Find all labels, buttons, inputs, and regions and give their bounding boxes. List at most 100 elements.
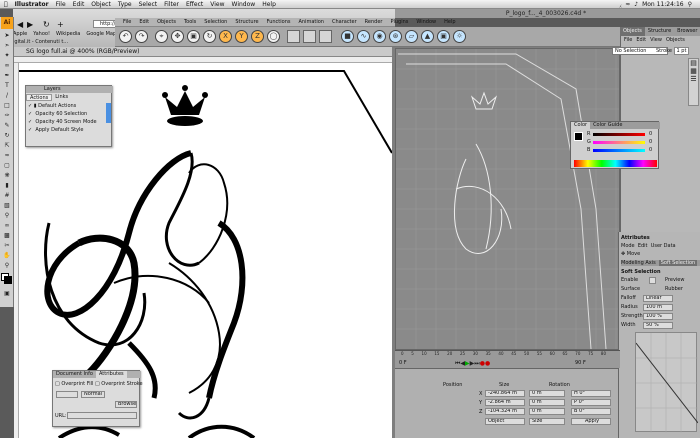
image-map-dropdown[interactable] — [56, 391, 78, 398]
objects-menu-file[interactable]: File — [624, 37, 632, 45]
current-frame[interactable]: 0 F — [399, 360, 407, 366]
tab-browser[interactable]: Browser — [674, 27, 700, 36]
rotate-tool-icon[interactable]: ↻ — [2, 131, 12, 140]
scale-icon[interactable]: ▣ — [187, 30, 200, 43]
scale-tool-icon[interactable]: ⇱ — [2, 141, 12, 150]
redo-icon[interactable]: ↷ — [135, 30, 148, 43]
strength-field[interactable]: 100 % — [643, 313, 673, 320]
render-picture-viewer-icon[interactable] — [303, 30, 316, 43]
array-icon[interactable]: ⊛ — [389, 30, 402, 43]
position-y-field[interactable]: -2.864 m — [485, 399, 525, 406]
c4d-menu-window[interactable]: Window — [416, 19, 436, 25]
attr-menu-mode[interactable]: Mode — [621, 243, 635, 249]
camera-icon[interactable]: ▣ — [437, 30, 450, 43]
pencil-icon[interactable]: ✎ — [2, 121, 12, 130]
c4d-menu-help[interactable]: Help — [444, 19, 455, 25]
position-x-field[interactable]: -240.864 m — [485, 390, 525, 397]
c4d-menu-render[interactable]: Render — [365, 19, 383, 25]
timeline[interactable]: 0 5 10 15 20 25 30 35 40 45 50 55 60 65 … — [395, 350, 620, 368]
tab-objects[interactable]: Objects — [620, 27, 645, 36]
size-z-field[interactable]: 0 m — [529, 408, 565, 415]
rotate-icon[interactable]: ↻ — [203, 30, 216, 43]
list-icon[interactable]: ☰ — [689, 75, 698, 83]
menu-type[interactable]: Type — [118, 1, 132, 8]
light-icon[interactable]: ☼ — [453, 30, 466, 43]
back-icon[interactable]: ◀ — [17, 20, 23, 29]
menu-object[interactable]: Object — [91, 1, 111, 8]
tab-soft-selection[interactable]: Soft Selection — [658, 260, 698, 266]
tab-structure[interactable]: Structure — [645, 27, 674, 36]
lasso-icon[interactable]: ∞ — [2, 61, 12, 70]
channel-g-slider[interactable] — [593, 141, 645, 144]
tab-attributes[interactable]: Attributes — [95, 371, 127, 378]
tab-document-info[interactable]: Document Info — [53, 371, 96, 378]
y-axis-icon[interactable]: Y — [235, 30, 248, 43]
coord-mode-dropdown[interactable]: Object — [485, 418, 525, 425]
tab-modeling-axis[interactable]: Modeling Axis — [621, 260, 659, 266]
falloff-graph[interactable] — [635, 332, 699, 433]
render-view-icon[interactable] — [287, 30, 300, 43]
menu-edit[interactable]: Edit — [73, 1, 85, 8]
menu-illustrator[interactable]: Illustrator — [15, 1, 49, 8]
bluetooth-icon[interactable]: ⁁ — [620, 1, 622, 8]
menu-help[interactable]: Help — [262, 1, 276, 8]
menu-view[interactable]: View — [210, 1, 224, 8]
blend-tool-icon[interactable]: ∞ — [2, 221, 12, 230]
size-x-field[interactable]: 0 m — [529, 390, 565, 397]
scene-icon[interactable]: ▲ — [421, 30, 434, 43]
free-transform-icon[interactable]: ▢ — [2, 161, 12, 170]
action-row[interactable]: ✓ Apply Default Style — [28, 127, 84, 133]
clock[interactable]: Mon 11:24:16 — [642, 1, 684, 8]
channel-r-value[interactable]: 0 — [649, 131, 652, 137]
c4d-menu-edit[interactable]: Edit — [139, 19, 149, 25]
action-row[interactable]: ✓ Opacity 60 Selection — [28, 111, 87, 117]
c4d-menu-file[interactable]: File — [123, 19, 131, 25]
menu-window[interactable]: Window — [232, 1, 256, 8]
move-icon[interactable]: ✥ — [171, 30, 184, 43]
selection-tool-icon[interactable]: ➤ — [2, 31, 12, 40]
zoom-tool-icon[interactable]: ⚲ — [2, 261, 12, 270]
end-frame[interactable]: 90 F — [575, 360, 586, 366]
grid-icon[interactable]: ▦ — [689, 67, 698, 75]
tab-color-guide[interactable]: Color Guide — [590, 122, 625, 129]
pen-tool-icon[interactable]: ✒ — [2, 71, 12, 80]
menu-effect[interactable]: Effect — [186, 1, 203, 8]
slice-tool-icon[interactable]: ✂ — [2, 241, 12, 250]
enable-checkbox[interactable] — [649, 277, 656, 284]
mode-dropdown[interactable]: Normal — [81, 391, 105, 398]
screen-mode-icon[interactable]: ▣ — [2, 289, 12, 298]
browse-button[interactable]: Browse — [115, 401, 137, 408]
rectangle-tool-icon[interactable]: □ — [2, 101, 12, 110]
menu-file[interactable]: File — [56, 1, 66, 8]
type-tool-icon[interactable]: T — [2, 81, 12, 90]
spline-icon[interactable]: ∿ — [357, 30, 370, 43]
width-field[interactable]: 50 % — [643, 322, 673, 329]
c4d-menu-selection[interactable]: Selection — [204, 19, 227, 25]
channel-b-slider[interactable] — [593, 149, 645, 152]
rotation-p-field[interactable]: P 0° — [571, 399, 611, 406]
objects-menu-view[interactable]: View — [650, 37, 662, 45]
objects-menu-edit[interactable]: Edit — [636, 37, 646, 45]
c4d-menu-objects[interactable]: Objects — [157, 19, 176, 25]
paintbrush-icon[interactable]: ✑ — [2, 111, 12, 120]
tab-links[interactable]: Links — [52, 94, 71, 101]
x-axis-icon[interactable]: X — [219, 30, 232, 43]
forward-icon[interactable]: ▶ — [27, 20, 33, 29]
channel-r-slider[interactable] — [593, 133, 645, 136]
cube-icon[interactable]: ■ — [341, 30, 354, 43]
stroke-swatch[interactable] — [4, 276, 12, 284]
add-icon[interactable]: + — [57, 20, 64, 29]
menu-filter[interactable]: Filter — [164, 1, 179, 8]
document-tab[interactable]: SG logo full.ai @ 400% (RGB/Preview) — [14, 47, 392, 57]
radius-field[interactable]: 100 m — [643, 304, 673, 311]
direct-selection-tool-icon[interactable]: ➣ — [2, 41, 12, 50]
apple-icon[interactable]:  — [4, 1, 8, 8]
gradient-tool-icon[interactable]: ▧ — [2, 201, 12, 210]
tab-actions[interactable]: Actions — [26, 94, 53, 101]
color-fill-swatch[interactable] — [574, 132, 583, 141]
symbol-sprayer-icon[interactable]: ❋ — [2, 171, 12, 180]
deformer-icon[interactable]: ▱ — [405, 30, 418, 43]
c4d-menu-structure[interactable]: Structure — [235, 19, 258, 25]
check-icon[interactable]: ✓ — [28, 103, 32, 109]
bookmark-item[interactable]: Wikipedia — [56, 31, 80, 38]
